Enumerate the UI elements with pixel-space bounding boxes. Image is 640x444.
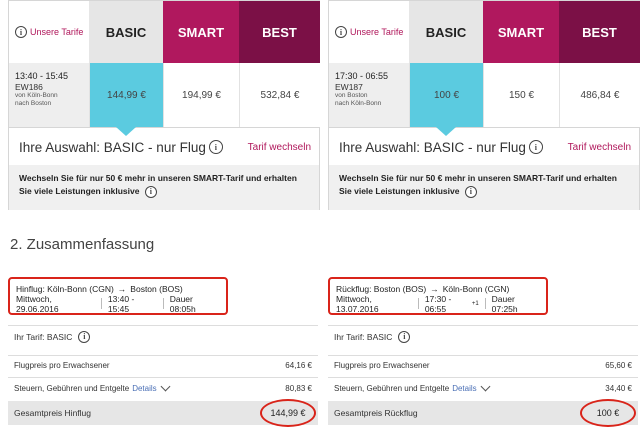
flight-time: 13:40 - 15:45 [15, 71, 69, 81]
route-origin: Rückflug: Boston (BOS) [336, 283, 427, 294]
selection-text: Ihre Auswahl: BASIC - nur Flug [19, 139, 206, 155]
selection-row: Ihre Auswahl: BASIC - nur Flug i Tarif w… [339, 133, 631, 161]
arrow-right-icon: → [430, 283, 439, 294]
flight-date: Mittwoch, 13.07.2016 [336, 293, 379, 314]
separator [484, 298, 486, 309]
next-day-indicator: +1 [471, 300, 479, 307]
info-icon[interactable]: i [208, 140, 223, 154]
route-origin: Hinflug: Köln-Bonn (CGN) [16, 283, 114, 294]
total-row: Gesamtpreis Hinflug 144,99 € [8, 399, 318, 427]
details-link[interactable]: Details [132, 384, 156, 393]
flight-date: Mittwoch, 29.06.2016 [16, 293, 59, 314]
info-icon[interactable]: i [528, 140, 543, 154]
price-smart[interactable]: 194,99 € [163, 63, 239, 127]
total-row: Gesamtpreis Rückflug 100 € [328, 399, 638, 427]
selection-text: Ihre Auswahl: BASIC - nur Flug [339, 139, 526, 155]
fare-row: Flugpreis pro Erwachsener 65,60 € [328, 355, 638, 375]
info-icon[interactable]: i [15, 26, 27, 38]
price-basic-selected[interactable]: 100 € [409, 63, 483, 127]
route-destination: Köln-Bonn (CGN) [442, 283, 510, 294]
flight-summary-box: Rückflug: Boston (BOS) → Köln-Bonn (CGN)… [328, 277, 548, 315]
info-icon[interactable]: i [464, 186, 477, 199]
taxes-row: Steuern, Gebühren und Entgelte Details 8… [8, 377, 318, 399]
price-best[interactable]: 486,84 € [559, 63, 640, 127]
upsell-box: Wechseln Sie für nur 50 € mehr in unsere… [9, 165, 319, 210]
flight-details: Mittwoch, 13.07.2016 17:30 - 06:55 +1 Da… [336, 293, 540, 314]
info-icon[interactable]: i [78, 330, 91, 343]
upsell-text: Wechseln Sie für nur 50 € mehr in unsere… [19, 173, 297, 197]
tier-header-best: BEST [559, 1, 640, 63]
tariff-info-label[interactable]: i Unsere Tarife [9, 1, 89, 63]
taxes-label: Steuern, Gebühren und Entgelte [334, 384, 450, 393]
flight-summary-box: Hinflug: Köln-Bonn (CGN) → Boston (BOS) … [8, 277, 228, 315]
flight-time: 13:40 - 15:45 [107, 293, 135, 314]
price-smart[interactable]: 150 € [483, 63, 559, 127]
fare-label: Flugpreis pro Erwachsener [334, 361, 430, 370]
price-basic-selected[interactable]: 144,99 € [89, 63, 163, 127]
tariff-panel-return: i Unsere Tarife BASIC SMART BEST 17:30 -… [328, 0, 640, 210]
flight-route-from: von Köln-Bonn [15, 91, 58, 99]
chevron-down-icon[interactable] [160, 381, 171, 392]
info-icon[interactable]: i [398, 330, 411, 343]
separator [162, 298, 164, 309]
flight-duration: Dauer 08:05h [169, 293, 196, 314]
flight-time: 17:30 - 06:55 [424, 293, 452, 314]
tariff-label: Ihr Tarif: BASIC [334, 331, 393, 342]
arrow-right-icon: → [117, 283, 127, 294]
total-value: 100 € [580, 399, 636, 427]
flight-details: Mittwoch, 29.06.2016 13:40 - 15:45 Dauer… [16, 293, 220, 314]
chevron-down-icon[interactable] [480, 381, 491, 392]
flight-route-to: nach Boston [15, 99, 52, 107]
tariff-info-label[interactable]: i Unsere Tarife [329, 1, 409, 63]
flight-number: EW186 [15, 81, 43, 92]
route-destination: Boston (BOS) [130, 283, 183, 294]
tier-header-basic: BASIC [89, 1, 163, 63]
divider [329, 127, 639, 128]
change-tariff-link[interactable]: Tarif wechseln [248, 142, 311, 153]
info-icon[interactable]: i [335, 26, 347, 38]
tariff-info-text: Unsere Tarife [350, 27, 404, 37]
flight-route-from: von Boston [335, 91, 368, 99]
tariff-row: Ihr Tarif: BASIC i [328, 325, 638, 347]
flight-duration: Dauer 07:25h [491, 293, 518, 314]
total-label: Gesamtpreis Hinflug [14, 408, 92, 418]
fare-value: 64,16 € [285, 361, 312, 370]
tariff-row: Ihr Tarif: BASIC i [8, 325, 318, 347]
info-icon[interactable]: i [144, 186, 157, 199]
price-best[interactable]: 532,84 € [239, 63, 320, 127]
flight-time: 17:30 - 06:55 [335, 71, 389, 81]
tariff-info-text: Unsere Tarife [30, 27, 84, 37]
change-tariff-link[interactable]: Tarif wechseln [568, 142, 631, 153]
tier-header-basic: BASIC [409, 1, 483, 63]
tariff-label: Ihr Tarif: BASIC [14, 331, 73, 342]
details-link[interactable]: Details [452, 384, 476, 393]
taxes-value: 80,83 € [285, 384, 312, 393]
total-value: 144,99 € [260, 399, 316, 427]
flight-route-to: nach Köln-Bonn [335, 99, 382, 107]
tier-header-smart: SMART [163, 1, 239, 63]
separator [417, 298, 419, 309]
taxes-label: Steuern, Gebühren und Entgelte [14, 384, 130, 393]
flight-info: 17:30 - 06:55 EW187 von Boston nach Köln… [329, 63, 409, 127]
divider [9, 127, 319, 128]
tariff-panel-outbound: i Unsere Tarife BASIC SMART BEST 13:40 -… [8, 0, 320, 210]
upsell-box: Wechseln Sie für nur 50 € mehr in unsere… [329, 165, 639, 210]
fare-row: Flugpreis pro Erwachsener 64,16 € [8, 355, 318, 375]
tier-header-smart: SMART [483, 1, 559, 63]
separator [100, 298, 102, 309]
selection-row: Ihre Auswahl: BASIC - nur Flug i Tarif w… [19, 133, 311, 161]
fare-value: 65,60 € [605, 361, 632, 370]
taxes-row: Steuern, Gebühren und Entgelte Details 3… [328, 377, 638, 399]
taxes-value: 34,40 € [605, 384, 632, 393]
summary-return: Rückflug: Boston (BOS) → Köln-Bonn (CGN)… [328, 277, 638, 427]
summary-outbound: Hinflug: Köln-Bonn (CGN) → Boston (BOS) … [8, 277, 318, 427]
flight-number: EW187 [335, 81, 363, 92]
upsell-text: Wechseln Sie für nur 50 € mehr in unsere… [339, 173, 617, 197]
flight-info: 13:40 - 15:45 EW186 von Köln-Bonn nach B… [9, 63, 89, 127]
tier-header-best: BEST [239, 1, 320, 63]
total-label: Gesamtpreis Rückflug [334, 408, 418, 418]
fare-label: Flugpreis pro Erwachsener [14, 361, 110, 370]
section-title: 2. Zusammenfassung [10, 236, 155, 253]
